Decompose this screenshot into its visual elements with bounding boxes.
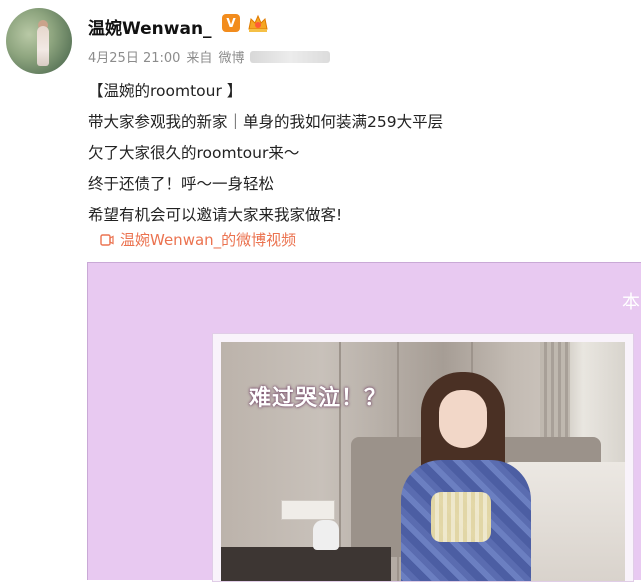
- post-line: 终于还债了！呼～一身轻松: [88, 175, 275, 193]
- post-line: 希望有机会可以邀请大家来我家做客!: [88, 206, 343, 224]
- blurred-source-detail: [250, 50, 331, 63]
- avatar[interactable]: [6, 8, 72, 74]
- post-line: 带大家参观我的新家｜单身的我如何装满259大平层: [88, 113, 444, 131]
- video-link[interactable]: 温婉Wenwan_的微博视频: [100, 229, 296, 250]
- video-link-label[interactable]: 温婉Wenwan_的微博视频: [120, 229, 296, 250]
- scene-nightstand: [221, 547, 391, 581]
- post-line: 欠了大家很久的roomtour来～: [88, 144, 300, 162]
- post-source-prefix: 来自: [186, 51, 213, 66]
- scene-bag: [431, 492, 491, 542]
- scene-person-face: [439, 390, 487, 448]
- post-line: 【温婉的roomtour 】: [88, 82, 243, 100]
- post-meta: 4月25日 21:00 来自 微博: [88, 47, 331, 66]
- video-caption: 难过哭泣！？: [249, 386, 388, 411]
- video-icon: [100, 233, 114, 246]
- scene-socket: [281, 500, 335, 520]
- post-source[interactable]: 微博: [218, 47, 244, 66]
- crown-badge-icon: [248, 14, 268, 32]
- scene-wall-panel: [339, 342, 341, 581]
- verified-badge-icon: V: [222, 14, 240, 32]
- avatar-figure-body: [37, 26, 49, 66]
- video-player[interactable]: 本 难过哭泣！？: [87, 262, 641, 582]
- scene-lamp: [313, 520, 339, 550]
- video-corner-text: 本: [622, 292, 640, 313]
- video-frame: 难过哭泣！？: [212, 333, 634, 582]
- post-date[interactable]: 4月25日 21:00: [88, 47, 180, 66]
- video-thumbnail[interactable]: 难过哭泣！？: [221, 342, 625, 581]
- author-name[interactable]: 温婉Wenwan_: [88, 14, 212, 39]
- post-content: 【温婉的roomtour 】 带大家参观我的新家｜单身的我如何装满259大平层 …: [88, 76, 443, 231]
